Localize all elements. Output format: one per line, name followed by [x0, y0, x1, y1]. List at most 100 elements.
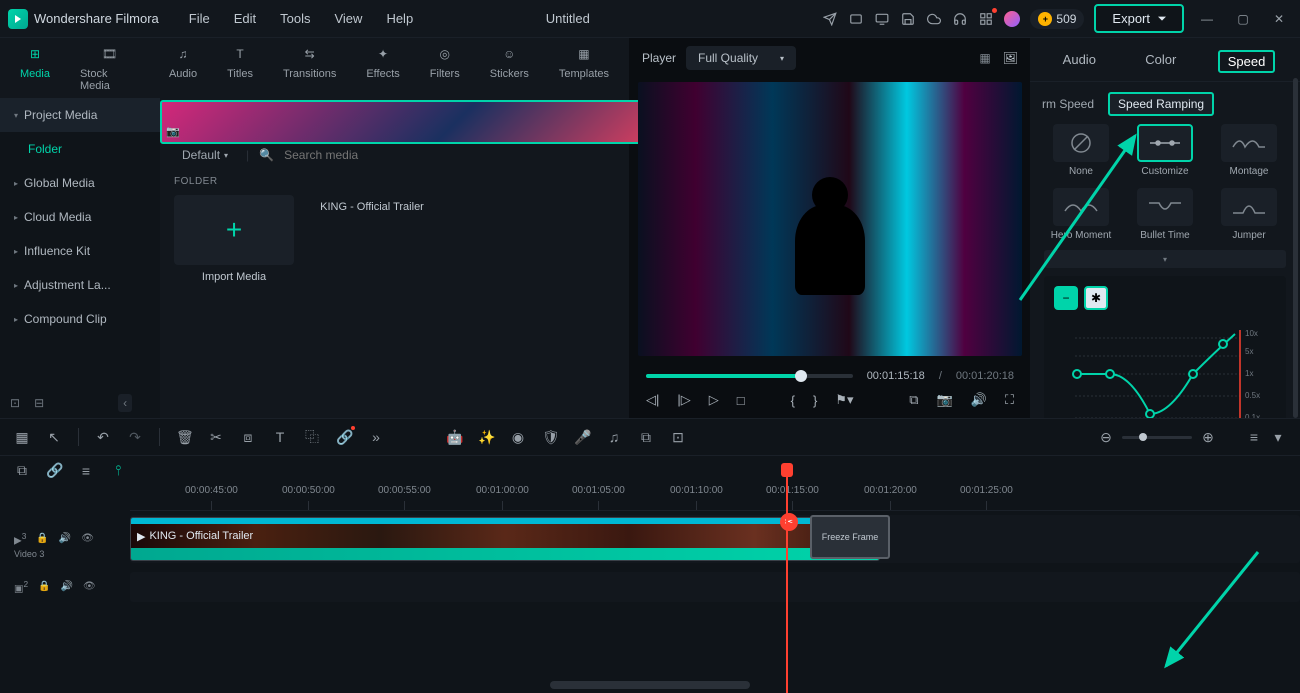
sort-dropdown[interactable]: Default▾ — [174, 144, 236, 166]
visibility-icon[interactable]: 👁 — [81, 533, 94, 544]
menu-tools[interactable]: Tools — [280, 11, 310, 26]
tab-speed-prop[interactable]: Speed — [1218, 50, 1276, 73]
zoom-slider[interactable] — [1122, 436, 1192, 439]
compare-icon[interactable]: ⧉ — [909, 392, 918, 408]
save-icon[interactable] — [900, 11, 916, 27]
export-button[interactable]: Export — [1094, 4, 1184, 33]
lock-icon[interactable]: 🔒 — [36, 533, 48, 544]
menu-edit[interactable]: Edit — [234, 11, 256, 26]
scrub-bar[interactable] — [646, 374, 853, 378]
sidebar-compound-clip[interactable]: ▸Compound Clip — [0, 302, 160, 336]
play-icon[interactable]: ▷ — [709, 392, 719, 408]
collapse-sidebar-icon[interactable]: ‹ — [118, 394, 132, 412]
minimize-button[interactable]: — — [1200, 12, 1214, 26]
stack-icon[interactable]: ⧉ — [638, 429, 654, 446]
headphones-icon[interactable] — [952, 11, 968, 27]
preset-jumper[interactable]: Jumper — [1212, 188, 1286, 242]
search-input[interactable] — [284, 148, 615, 162]
sidebar-influence-kit[interactable]: ▸Influence Kit — [0, 234, 160, 268]
video-track-icon[interactable]: ▶3 — [14, 531, 26, 546]
preset-bullet[interactable]: Bullet Time — [1128, 188, 1202, 242]
preset-montage[interactable]: Montage — [1212, 124, 1286, 178]
fit-icon[interactable]: ⊡ — [670, 429, 686, 446]
step-back-icon[interactable]: |▷ — [677, 392, 690, 408]
undo-icon[interactable]: ↶ — [95, 429, 111, 446]
tab-stock[interactable]: 🎞Stock Media — [80, 44, 139, 92]
quality-dropdown[interactable]: Full Quality▾ — [686, 46, 796, 70]
link-icon[interactable]: 🔗 — [336, 429, 352, 446]
mute-icon[interactable]: 🔊 — [59, 533, 71, 544]
video-track-2-icon[interactable]: ▣2 — [14, 579, 28, 594]
more-tools-icon[interactable]: » — [368, 429, 384, 445]
timeline-ruler[interactable]: 00:00:45:00 00:00:50:00 00:00:55:00 00:0… — [130, 485, 1300, 511]
sidebar-folder[interactable]: Folder — [0, 132, 160, 166]
cloud-icon[interactable] — [926, 11, 942, 27]
list-icon[interactable]: ≡ — [1246, 429, 1262, 445]
tab-media[interactable]: ⊞Media — [20, 44, 50, 92]
stop-icon[interactable]: □ — [737, 393, 745, 408]
avatar-icon[interactable] — [1004, 11, 1020, 27]
ai-icon[interactable]: 🤖 — [446, 429, 462, 446]
tab-templates[interactable]: ▦Templates — [559, 44, 609, 92]
visibility-2-icon[interactable]: 👁 — [83, 581, 96, 592]
add-folder-icon[interactable]: ⊡ — [10, 396, 20, 410]
sidebar-adjustment-layer[interactable]: ▸Adjustment La... — [0, 268, 160, 302]
preset-none[interactable]: None — [1044, 124, 1118, 178]
marker-icon[interactable]: ⚑▾ — [835, 392, 853, 408]
zoom-out-icon[interactable]: ⊖ — [1098, 429, 1114, 446]
tl-sub1-icon[interactable]: ⧉ — [14, 462, 30, 479]
new-bin-icon[interactable]: ⊟ — [34, 396, 44, 410]
equalizer-icon[interactable]: ♫ — [606, 429, 622, 445]
delete-icon[interactable]: 🗑 — [176, 429, 192, 446]
device-icon[interactable] — [848, 11, 864, 27]
expand-presets[interactable]: ▾ — [1044, 250, 1286, 268]
enhance-icon[interactable]: ◉ — [510, 429, 526, 446]
maximize-button[interactable]: ▢ — [1236, 12, 1250, 26]
apps-icon[interactable] — [978, 11, 994, 27]
tab-audio-prop[interactable]: Audio — [1055, 50, 1104, 73]
snapshot-icon[interactable]: 📷 — [937, 392, 953, 408]
clip-thumb[interactable]: 00:01:01 📷 ✓ KING - Official Trailer — [312, 195, 432, 213]
coin-count[interactable]: +509 — [1030, 9, 1084, 29]
lock-2-icon[interactable]: 🔒 — [38, 581, 50, 592]
tl-sub3-icon[interactable]: ≡ — [78, 463, 94, 479]
close-button[interactable]: ✕ — [1272, 12, 1286, 26]
tl-sub4-icon[interactable]: ⫯ — [110, 462, 126, 479]
sidebar-global-media[interactable]: ▸Global Media — [0, 166, 160, 200]
screen-icon[interactable] — [874, 11, 890, 27]
speed-ramping-tab[interactable]: Speed Ramping — [1108, 92, 1214, 116]
zoom-in-icon[interactable]: ⊕ — [1200, 429, 1216, 446]
uniform-speed-tab[interactable]: rm Speed — [1042, 97, 1094, 111]
grid-view-icon[interactable]: ▦ — [979, 51, 990, 65]
mute-2-icon[interactable]: 🔊 — [61, 581, 73, 592]
tab-color-prop[interactable]: Color — [1137, 50, 1184, 73]
mic-icon[interactable]: 🎤 — [574, 429, 590, 446]
sidebar-project-media[interactable]: ▾Project Media — [0, 98, 160, 132]
sidebar-cloud-media[interactable]: ▸Cloud Media — [0, 200, 160, 234]
preset-customize[interactable]: Customize — [1128, 124, 1202, 178]
playhead[interactable] — [786, 463, 788, 693]
shield-icon[interactable]: 🛡 — [542, 429, 558, 446]
tl-pointer-icon[interactable]: ↖ — [46, 429, 62, 446]
tab-stickers[interactable]: ☺Stickers — [490, 44, 529, 92]
zoom-handle[interactable] — [1139, 433, 1147, 441]
menu-file[interactable]: File — [189, 11, 210, 26]
fullscreen-icon[interactable]: ⛶ — [1005, 392, 1014, 408]
picture-icon[interactable]: 🖼 — [1003, 51, 1018, 65]
video-preview[interactable] — [638, 82, 1022, 356]
freeze-frame-clip[interactable]: Freeze Frame — [810, 515, 890, 559]
text-icon[interactable]: T — [272, 429, 288, 445]
split-marker-icon[interactable]: ✂ — [780, 513, 798, 531]
tl-sub2-icon[interactable]: 🔗 — [46, 462, 62, 479]
dropdown-icon[interactable]: ▾ — [1270, 429, 1286, 446]
scrub-handle[interactable] — [795, 370, 807, 382]
volume-icon[interactable]: 🔊 — [971, 392, 987, 408]
crop-icon[interactable]: ⧈ — [240, 429, 256, 446]
tab-titles[interactable]: TTitles — [227, 44, 253, 92]
preset-hero[interactable]: Hero Moment — [1044, 188, 1118, 242]
mark-in-icon[interactable]: { — [791, 393, 795, 408]
add-keyframe-button[interactable]: ✱ — [1084, 286, 1108, 310]
tab-effects[interactable]: ✦Effects — [366, 44, 399, 92]
import-media-thumb[interactable]: + Import Media — [174, 195, 294, 283]
generate-icon[interactable]: ✨ — [478, 429, 494, 446]
